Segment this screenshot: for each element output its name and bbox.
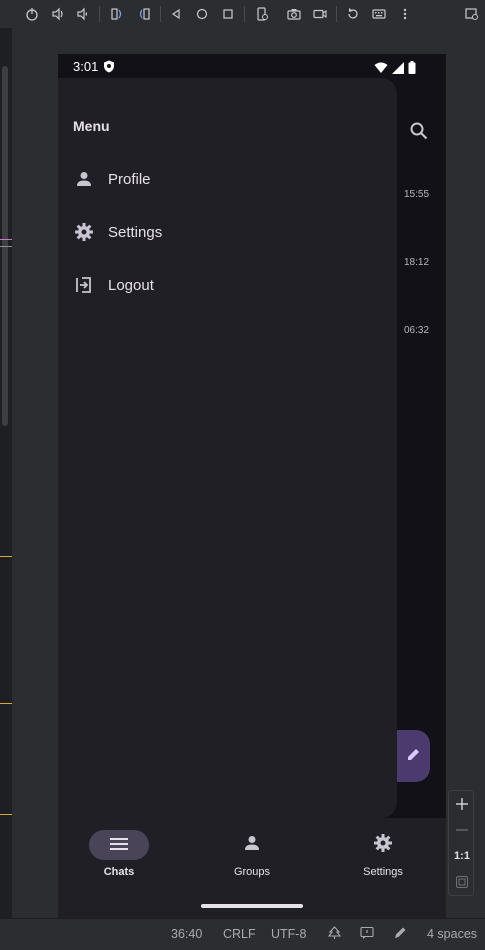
gesture-handle[interactable]: [201, 904, 303, 908]
shield-icon: [103, 60, 115, 73]
toolbar-separator: [99, 6, 100, 22]
search-icon[interactable]: [409, 121, 429, 141]
battery-icon: [408, 59, 416, 78]
notification-icon[interactable]: [360, 926, 374, 943]
screen-record-icon[interactable]: [310, 4, 330, 24]
nav-item-chats[interactable]: Chats: [74, 830, 164, 886]
gutter-marker: [0, 703, 12, 704]
compose-fab[interactable]: [394, 730, 430, 782]
gutter-marker: [0, 246, 12, 247]
nav-item-settings[interactable]: Settings: [338, 830, 428, 886]
zoom-out-button[interactable]: [449, 817, 475, 843]
emulator-screen: 3:01 15:55 18:12 06:32 Menu Profile Sett…: [58, 54, 446, 918]
line-ending[interactable]: CRLF: [223, 927, 256, 941]
more-icon[interactable]: [395, 4, 415, 24]
drawer-item-label: Settings: [108, 223, 163, 241]
file-encoding[interactable]: UTF-8: [271, 927, 306, 941]
status-icons: [374, 59, 416, 78]
gutter-marker: [0, 556, 12, 557]
drawer-item-label: Logout: [108, 276, 154, 294]
person-icon: [74, 169, 94, 189]
logout-icon: [74, 275, 94, 295]
drawer-item-label: Profile: [108, 170, 151, 188]
gutter-marker: [0, 239, 12, 240]
edit-icon: [406, 746, 422, 766]
home-icon[interactable]: [192, 4, 212, 24]
reset-icon[interactable]: [343, 4, 363, 24]
ide-status-bar: 36:40 CRLF UTF-8 4 spaces: [0, 918, 485, 950]
window-icon[interactable]: [462, 4, 482, 24]
keyboard-icon[interactable]: [369, 4, 389, 24]
nav-indicator: [353, 830, 413, 860]
gear-icon: [74, 222, 94, 242]
nav-label: Settings: [363, 866, 403, 878]
back-icon[interactable]: [166, 4, 186, 24]
zoom-controls: 1:1: [448, 790, 474, 896]
rotate-left-icon[interactable]: [107, 4, 127, 24]
toolbar-separator: [244, 6, 245, 22]
gutter-marker: [0, 814, 12, 815]
nav-label: Groups: [233, 866, 271, 878]
pencil-icon[interactable]: [393, 926, 407, 943]
wifi-icon: [374, 59, 388, 78]
caret-position[interactable]: 36:40: [171, 927, 202, 941]
zoom-in-button[interactable]: [449, 791, 475, 817]
camera-icon[interactable]: [284, 4, 304, 24]
nav-item-groups[interactable]: Groups: [207, 830, 297, 886]
overview-icon[interactable]: [218, 4, 238, 24]
android-status-bar: 3:01: [58, 54, 446, 78]
navigation-drawer: Menu Profile Settings Logout: [58, 78, 397, 818]
bottom-navigation: Chats Groups Settings: [58, 818, 446, 918]
toolbar-separator: [336, 6, 337, 22]
drawer-item-settings[interactable]: Settings: [58, 212, 397, 252]
nav-label: Chats: [103, 866, 135, 878]
drawer-item-logout[interactable]: Logout: [58, 265, 397, 305]
toolbar-gap: [12, 28, 446, 54]
fit-screen-icon[interactable]: [449, 869, 475, 895]
editor-gutter: [0, 28, 12, 918]
toolbar-separator: [160, 6, 161, 22]
volume-up-icon[interactable]: [48, 4, 68, 24]
emulator-toolbar: [0, 0, 485, 28]
emulator-side-panel: [446, 56, 485, 918]
device-settings-icon[interactable]: [252, 4, 272, 24]
rotate-right-icon[interactable]: [134, 4, 154, 24]
person-icon: [243, 834, 261, 856]
volume-down-icon[interactable]: [73, 4, 93, 24]
signal-icon: [392, 59, 404, 78]
chat-time: 15:55: [404, 189, 430, 200]
gear-icon: [373, 833, 393, 857]
status-time: 3:01: [73, 58, 99, 74]
tree-icon[interactable]: [327, 926, 342, 943]
drawer-title: Menu: [73, 118, 110, 134]
nav-indicator: [222, 830, 282, 860]
chat-time: 18:12: [404, 257, 430, 268]
menu-icon: [110, 836, 128, 855]
indent-setting[interactable]: 4 spaces: [427, 927, 477, 941]
zoom-actual-size-button[interactable]: 1:1: [449, 843, 475, 869]
chat-time: 06:32: [404, 325, 430, 336]
drawer-item-profile[interactable]: Profile: [58, 159, 397, 199]
nav-active-indicator: [89, 830, 149, 860]
power-icon[interactable]: [22, 4, 42, 24]
